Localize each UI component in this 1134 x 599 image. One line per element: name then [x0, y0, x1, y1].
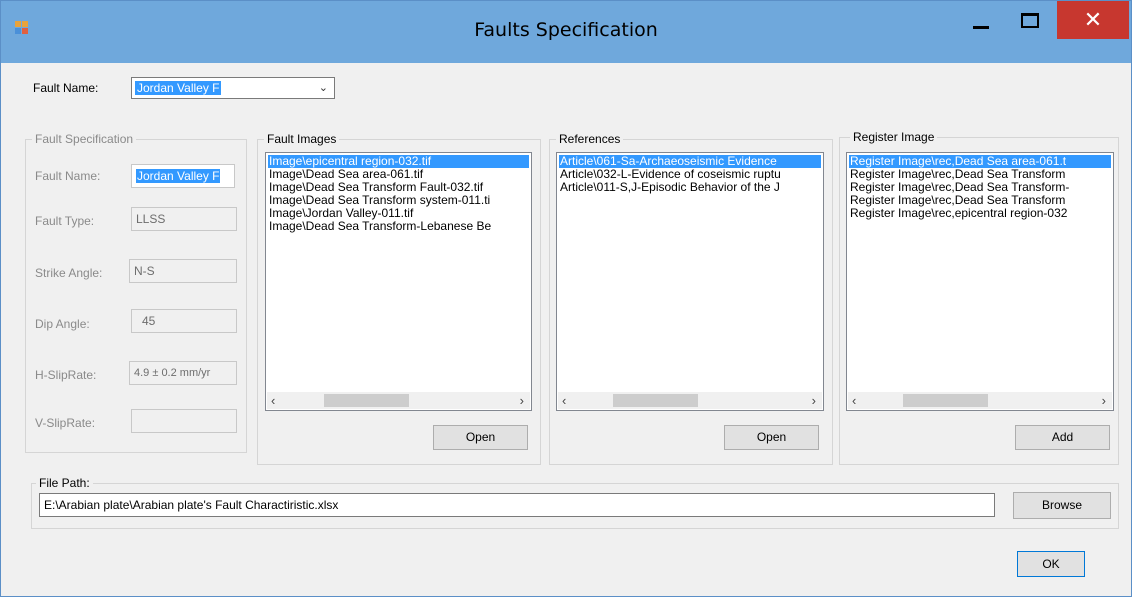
list-item[interactable]: Article\032-L-Evidence of coseismic rupt… — [559, 168, 821, 181]
maximize-button[interactable] — [1007, 1, 1053, 39]
chevron-down-icon[interactable]: ⌄ — [319, 81, 328, 94]
fault-images-list[interactable]: Image\epicentral region-032.tif Image\Dea… — [265, 152, 532, 411]
references-list[interactable]: Article\061-Sa-Archaeoseismic Evidence Ar… — [556, 152, 824, 411]
register-image-hscrollbar[interactable]: ‹ › — [848, 392, 1112, 409]
scroll-thumb[interactable] — [324, 394, 409, 407]
file-path-field[interactable]: E:\Arabian plate\Arabian plate's Fault C… — [39, 493, 995, 517]
minimize-button[interactable] — [958, 1, 1004, 39]
list-item[interactable]: Register Image\rec,Dead Sea Transform — [849, 194, 1111, 207]
open-images-button[interactable]: Open — [433, 425, 528, 450]
list-item[interactable]: Image\Dead Sea Transform-Lebanese Be — [268, 220, 529, 233]
v-slip-rate-label: V-SlipRate: — [35, 416, 96, 430]
references-items: Article\061-Sa-Archaeoseismic Evidence Ar… — [559, 155, 821, 194]
close-button[interactable]: ✕ — [1057, 1, 1129, 39]
fault-name-selected-value: Jordan Valley F — [135, 81, 222, 95]
references-title: References — [556, 132, 624, 146]
fault-type-field: LLSS — [131, 207, 237, 231]
spec-fault-name-label: Fault Name: — [35, 169, 101, 183]
close-icon: ✕ — [1083, 7, 1103, 33]
ok-button[interactable]: OK — [1017, 551, 1085, 577]
list-item[interactable]: Article\011-S,J-Episodic Behavior of the… — [559, 181, 821, 194]
scroll-right-icon[interactable]: › — [812, 393, 816, 408]
scroll-right-icon[interactable]: › — [520, 393, 524, 408]
open-references-button[interactable]: Open — [724, 425, 819, 450]
scroll-thumb[interactable] — [903, 394, 988, 407]
scroll-right-icon[interactable]: › — [1102, 393, 1106, 408]
scroll-left-icon[interactable]: ‹ — [562, 393, 566, 408]
file-path-title: File Path: — [36, 476, 93, 490]
fault-images-items: Image\epicentral region-032.tif Image\Dea… — [268, 155, 529, 233]
strike-angle-label: Strike Angle: — [35, 266, 103, 280]
list-item[interactable]: Register Image\rec,epicentral region-032 — [849, 207, 1111, 220]
title-bar[interactable]: Faults Specification ✕ — [1, 1, 1131, 63]
references-hscrollbar[interactable]: ‹ › — [558, 392, 822, 409]
list-item[interactable]: Image\Dead Sea Transform Fault-032.tif — [268, 181, 529, 194]
maximize-icon — [1021, 12, 1039, 28]
dip-angle-label: Dip Angle: — [35, 317, 90, 331]
strike-angle-field: N-S — [129, 259, 237, 283]
dip-angle-field: 45 — [131, 309, 237, 333]
list-item[interactable]: Image\Dead Sea Transform system-011.ti — [268, 194, 529, 207]
fault-type-label: Fault Type: — [35, 214, 95, 228]
list-item[interactable]: Article\061-Sa-Archaeoseismic Evidence — [559, 155, 821, 168]
scroll-left-icon[interactable]: ‹ — [852, 393, 856, 408]
list-item[interactable]: Image\epicentral region-032.tif — [268, 155, 529, 168]
client-area: Fault Name: Jordan Valley F ⌄ Fault Spec… — [9, 63, 1125, 593]
list-item[interactable]: Image\Dead Sea area-061.tif — [268, 168, 529, 181]
v-slip-rate-field — [131, 409, 237, 433]
fault-images-hscrollbar[interactable]: ‹ › — [267, 392, 530, 409]
fault-name-dropdown[interactable]: Jordan Valley F ⌄ — [131, 77, 335, 99]
scroll-thumb[interactable] — [613, 394, 698, 407]
list-item[interactable]: Register Image\rec,Dead Sea Transform- — [849, 181, 1111, 194]
faults-specification-window: Faults Specification ✕ Fault Name: Jorda… — [0, 0, 1132, 597]
spec-fault-name-value: Jordan Valley F — [136, 169, 221, 183]
fault-specification-title: Fault Specification — [32, 132, 137, 146]
scroll-left-icon[interactable]: ‹ — [271, 393, 275, 408]
register-image-list[interactable]: Register Image\rec,Dead Sea area-061.t Re… — [846, 152, 1114, 411]
list-item[interactable]: Register Image\rec,Dead Sea Transform — [849, 168, 1111, 181]
browse-button[interactable]: Browse — [1013, 492, 1111, 519]
list-item[interactable]: Image\Jordan Valley-011.tif — [268, 207, 529, 220]
spec-fault-name-field: Jordan Valley F — [131, 164, 235, 188]
register-image-items: Register Image\rec,Dead Sea area-061.t Re… — [849, 155, 1111, 220]
fault-name-label: Fault Name: — [33, 81, 99, 95]
fault-images-title: Fault Images — [264, 132, 340, 146]
list-item[interactable]: Register Image\rec,Dead Sea area-061.t — [849, 155, 1111, 168]
h-slip-rate-field: 4.9 ± 0.2 mm/yr — [129, 361, 237, 385]
minimize-icon — [973, 25, 989, 29]
add-register-image-button[interactable]: Add — [1015, 425, 1110, 450]
register-image-title: Register Image — [850, 130, 938, 144]
h-slip-rate-label: H-SlipRate: — [35, 368, 97, 382]
